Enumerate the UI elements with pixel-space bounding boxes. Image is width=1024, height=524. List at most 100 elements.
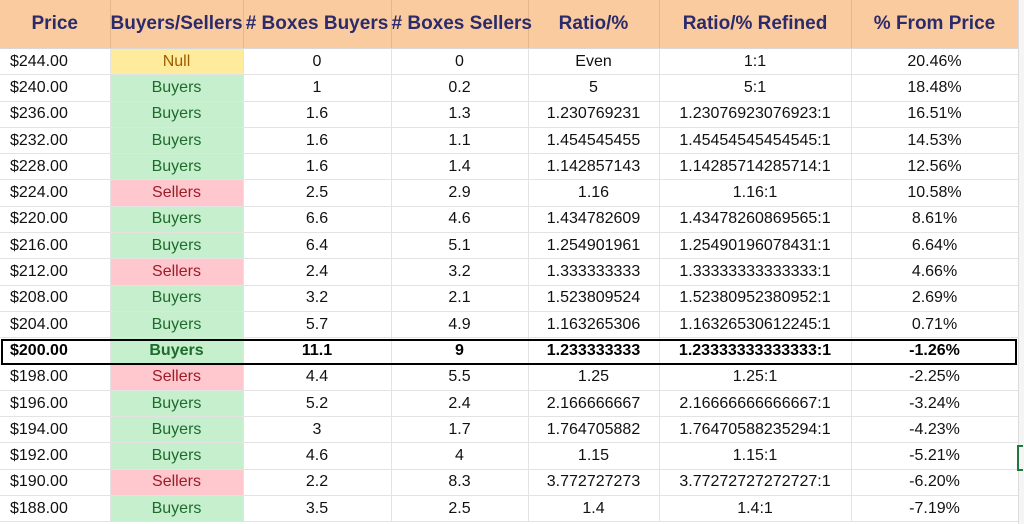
cell-boxes-buyers[interactable]: 2.2 [243, 469, 392, 497]
cell-pct-from-price[interactable]: 2.69% [851, 285, 1019, 312]
cell-ratio[interactable]: 1.163265306 [528, 311, 660, 339]
cell-boxes-sellers[interactable]: 3.2 [391, 258, 529, 286]
cell-price[interactable]: $208.00 [0, 285, 111, 312]
cell-buyers-sellers[interactable]: Sellers [110, 469, 244, 497]
cell-boxes-buyers[interactable]: 3.2 [243, 285, 392, 312]
cell-ratio[interactable]: 1.764705882 [528, 416, 660, 444]
cell-pct-from-price[interactable]: -5.21% [851, 442, 1019, 470]
cell-buyers-sellers[interactable]: Buyers [110, 337, 244, 365]
cell-boxes-sellers[interactable]: 2.9 [391, 179, 529, 207]
cell-ratio-refined[interactable]: 5:1 [659, 74, 852, 102]
cell-buyers-sellers[interactable]: Sellers [110, 364, 244, 391]
cell-ratio-refined[interactable]: 1.4:1 [659, 495, 852, 523]
cell-boxes-buyers[interactable]: 4.6 [243, 442, 392, 470]
cell-ratio-refined[interactable]: 1.15:1 [659, 442, 852, 470]
cell-pct-from-price[interactable]: 20.46% [851, 48, 1019, 76]
cell-buyers-sellers[interactable]: Sellers [110, 179, 244, 207]
header-boxes-sellers[interactable]: # Boxes Sellers [391, 0, 532, 49]
cell-boxes-sellers[interactable]: 0 [391, 48, 529, 76]
cell-boxes-sellers[interactable]: 8.3 [391, 469, 529, 497]
cell-price[interactable]: $192.00 [0, 442, 111, 470]
cell-pct-from-price[interactable]: 16.51% [851, 101, 1019, 128]
cell-pct-from-price[interactable]: 6.64% [851, 232, 1019, 260]
cell-ratio-refined[interactable]: 1.76470588235294:1 [659, 416, 852, 444]
cell-ratio[interactable]: 1.333333333 [528, 258, 660, 286]
cell-price[interactable]: $228.00 [0, 153, 111, 181]
cell-ratio[interactable]: 1.254901961 [528, 232, 660, 260]
cell-buyers-sellers[interactable]: Buyers [110, 101, 244, 128]
cell-ratio-refined[interactable]: 1.33333333333333:1 [659, 258, 852, 286]
cell-ratio[interactable]: 1.230769231 [528, 101, 660, 128]
cell-boxes-sellers[interactable]: 2.5 [391, 495, 529, 523]
cell-ratio-refined[interactable]: 1:1 [659, 48, 852, 76]
cell-ratio[interactable]: 1.523809524 [528, 285, 660, 312]
header-price[interactable]: Price [0, 0, 111, 49]
cell-boxes-sellers[interactable]: 1.3 [391, 101, 529, 128]
cell-buyers-sellers[interactable]: Buyers [110, 416, 244, 444]
cell-boxes-sellers[interactable]: 4 [391, 442, 529, 470]
cell-boxes-sellers[interactable]: 2.4 [391, 390, 529, 418]
cell-ratio-refined[interactable]: 1.25:1 [659, 364, 852, 391]
cell-price[interactable]: $236.00 [0, 101, 111, 128]
cell-ratio[interactable]: 1.434782609 [528, 206, 660, 234]
header-ratio[interactable]: Ratio/% [528, 0, 660, 49]
cell-ratio-refined[interactable]: 1.45454545454545:1 [659, 127, 852, 155]
cell-price[interactable]: $188.00 [0, 495, 111, 523]
cell-boxes-sellers[interactable]: 2.1 [391, 285, 529, 312]
cell-pct-from-price[interactable]: 0.71% [851, 311, 1019, 339]
cell-ratio[interactable]: 1.4 [528, 495, 660, 523]
cell-price[interactable]: $244.00 [0, 48, 111, 76]
cell-ratio[interactable]: 1.142857143 [528, 153, 660, 181]
cell-price[interactable]: $212.00 [0, 258, 111, 286]
cell-boxes-sellers[interactable]: 5.1 [391, 232, 529, 260]
cell-ratio[interactable]: 1.25 [528, 364, 660, 391]
cell-pct-from-price[interactable]: 12.56% [851, 153, 1019, 181]
cell-boxes-buyers[interactable]: 1.6 [243, 153, 392, 181]
cell-ratio-refined[interactable]: 1.23333333333333:1 [659, 337, 852, 365]
cell-pct-from-price[interactable]: 10.58% [851, 179, 1019, 207]
cell-boxes-buyers[interactable]: 11.1 [243, 337, 392, 365]
cell-pct-from-price[interactable]: -2.25% [851, 364, 1019, 391]
cell-boxes-buyers[interactable]: 0 [243, 48, 392, 76]
cell-ratio-refined[interactable]: 1.23076923076923:1 [659, 101, 852, 128]
cell-boxes-buyers[interactable]: 3 [243, 416, 392, 444]
cell-pct-from-price[interactable]: -1.26% [851, 337, 1019, 365]
cell-pct-from-price[interactable]: 8.61% [851, 206, 1019, 234]
cell-ratio-refined[interactable]: 1.16326530612245:1 [659, 311, 852, 339]
cell-boxes-sellers[interactable]: 0.2 [391, 74, 529, 102]
cell-pct-from-price[interactable]: 4.66% [851, 258, 1019, 286]
cell-boxes-buyers[interactable]: 5.7 [243, 311, 392, 339]
cell-ratio-refined[interactable]: 1.16:1 [659, 179, 852, 207]
cell-buyers-sellers[interactable]: Buyers [110, 311, 244, 339]
header-ratio-refined[interactable]: Ratio/% Refined [659, 0, 852, 49]
cell-pct-from-price[interactable]: -4.23% [851, 416, 1019, 444]
cell-price[interactable]: $216.00 [0, 232, 111, 260]
cell-boxes-sellers[interactable]: 5.5 [391, 364, 529, 391]
cell-boxes-sellers[interactable]: 9 [391, 337, 529, 365]
cell-buyers-sellers[interactable]: Sellers [110, 258, 244, 286]
cell-pct-from-price[interactable]: -6.20% [851, 469, 1019, 497]
cell-price[interactable]: $204.00 [0, 311, 111, 339]
cell-boxes-sellers[interactable]: 1.7 [391, 416, 529, 444]
cell-boxes-buyers[interactable]: 4.4 [243, 364, 392, 391]
cell-buyers-sellers[interactable]: Buyers [110, 285, 244, 312]
cell-ratio-refined[interactable]: 1.25490196078431:1 [659, 232, 852, 260]
cell-boxes-buyers[interactable]: 1.6 [243, 101, 392, 128]
cell-boxes-buyers[interactable]: 6.4 [243, 232, 392, 260]
cell-ratio-refined[interactable]: 3.77272727272727:1 [659, 469, 852, 497]
cell-ratio[interactable]: 2.166666667 [528, 390, 660, 418]
cell-boxes-buyers[interactable]: 1.6 [243, 127, 392, 155]
cell-pct-from-price[interactable]: -3.24% [851, 390, 1019, 418]
cell-price[interactable]: $198.00 [0, 364, 111, 391]
cell-price[interactable]: $224.00 [0, 179, 111, 207]
cell-boxes-buyers[interactable]: 1 [243, 74, 392, 102]
cell-pct-from-price[interactable]: -7.19% [851, 495, 1019, 523]
cell-ratio[interactable]: 1.16 [528, 179, 660, 207]
cell-buyers-sellers[interactable]: Buyers [110, 206, 244, 234]
header-boxes-buyers[interactable]: # Boxes Buyers [243, 0, 392, 49]
cell-boxes-buyers[interactable]: 3.5 [243, 495, 392, 523]
cell-boxes-buyers[interactable]: 5.2 [243, 390, 392, 418]
cell-price[interactable]: $240.00 [0, 74, 111, 102]
cell-boxes-sellers[interactable]: 4.9 [391, 311, 529, 339]
cell-pct-from-price[interactable]: 18.48% [851, 74, 1019, 102]
